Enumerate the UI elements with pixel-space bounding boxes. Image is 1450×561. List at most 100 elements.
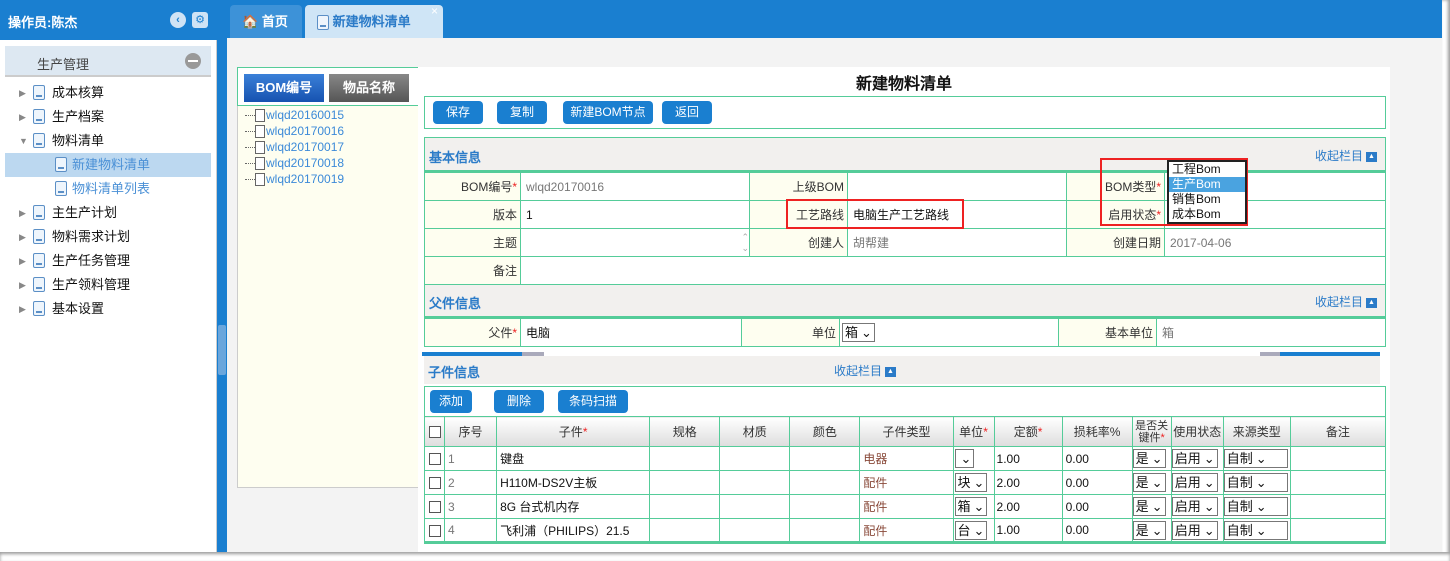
sidebar-item[interactable]: ▶ 生产档案 <box>5 105 211 129</box>
unit-select[interactable]: 箱 <box>842 323 875 342</box>
row-checkbox[interactable] <box>428 453 441 466</box>
remark-field[interactable] <box>1289 518 1387 543</box>
tree-item[interactable]: wlqd20170017 <box>245 139 344 155</box>
select-all-checkbox[interactable] <box>428 426 441 439</box>
loss-rate-field[interactable]: 0.00 <box>1061 494 1133 519</box>
collapse-link[interactable]: 收起栏目 ▲ <box>1315 147 1377 164</box>
splitter-handle[interactable] <box>218 325 226 375</box>
close-icon[interactable]: × <box>431 0 438 28</box>
barcode-scan-button[interactable]: 条码扫描 <box>558 390 628 413</box>
tree-item[interactable]: wlqd20170018 <box>245 155 344 171</box>
key-part-select[interactable]: 是 <box>1132 520 1166 540</box>
caret-down-icon[interactable]: ▼ <box>19 129 28 153</box>
status-select[interactable]: 启用 <box>1171 497 1218 516</box>
key-part-select[interactable]: 是 <box>1132 497 1166 516</box>
tree-item[interactable]: wlqd20160015 <box>245 107 344 123</box>
sidebar-item[interactable]: ▶ 主生产计划 <box>5 201 211 225</box>
tree-item[interactable]: wlqd20170019 <box>245 171 344 187</box>
subject-textarea[interactable]: ⌃ ⌄ <box>520 228 750 257</box>
caret-right-icon[interactable]: ▶ <box>19 249 26 273</box>
sidebar-group-production[interactable]: 生产管理 <box>5 46 211 77</box>
tab-new-bom[interactable]: 新建物料清单 × <box>305 4 443 38</box>
tab-item-name[interactable]: 物品名称 <box>329 74 409 102</box>
caret-right-icon[interactable]: ▶ <box>19 81 26 105</box>
collapse-left-icon[interactable]: ‹ <box>170 12 186 28</box>
date-field: 2017-04-06 <box>1164 228 1386 257</box>
sidebar-item[interactable]: ▶ 基本设置 <box>5 297 211 321</box>
source-type-select[interactable]: 自制 <box>1223 520 1288 540</box>
caret-right-icon[interactable]: ▶ <box>19 225 26 249</box>
quota-field[interactable]: 1.00 <box>993 518 1063 543</box>
collapse-up-icon: ▲ <box>1366 151 1377 162</box>
row-number: 3 <box>444 494 498 519</box>
dropdown-option[interactable]: 生产Bom <box>1169 177 1245 192</box>
child-item-field[interactable]: H110M-DS2V主板 <box>496 470 651 495</box>
dropdown-option[interactable]: 工程Bom <box>1169 162 1245 177</box>
unit-select[interactable]: 块 <box>954 473 988 492</box>
loss-rate-field[interactable]: 0.00 <box>1061 470 1133 495</box>
tree-item-label: wlqd20170017 <box>266 140 345 154</box>
sidebar-item[interactable]: ▶ 生产领料管理 <box>5 273 211 297</box>
sidebar-item[interactable]: ▼ 物料清单 <box>5 129 211 153</box>
copy-button[interactable]: 复制 <box>497 101 547 124</box>
source-type-select[interactable]: 自制 <box>1223 473 1288 492</box>
status-select[interactable]: 启用 <box>1171 520 1218 540</box>
bom-number-field[interactable]: wlqd20170016 <box>520 172 750 201</box>
spec-cell <box>649 518 721 543</box>
collapse-link[interactable]: 收起栏目 ▲ <box>834 362 897 379</box>
loss-rate-field[interactable]: 0.00 <box>1061 446 1133 471</box>
quota-field[interactable]: 1.00 <box>993 446 1063 471</box>
dropdown-option[interactable]: 销售Bom <box>1169 192 1245 207</box>
sidebar-item[interactable]: ▶ 生产任务管理 <box>5 249 211 273</box>
bom-type-dropdown[interactable]: 工程Bom 生产Bom 销售Bom 成本Bom <box>1167 160 1247 224</box>
tab-home[interactable]: 🏠 首页 <box>230 5 302 38</box>
sidebar-item[interactable]: 物料清单列表 <box>5 177 211 201</box>
caret-right-icon[interactable]: ▶ <box>19 201 26 225</box>
caret-right-icon[interactable]: ▶ <box>19 273 26 297</box>
sidebar-item[interactable]: ▶ 物料需求计划 <box>5 225 211 249</box>
unit-select[interactable]: 箱 <box>954 497 988 516</box>
parent-bom-field[interactable] <box>847 172 1067 201</box>
tree-item[interactable]: wlqd20170016 <box>245 123 344 139</box>
status-select[interactable]: 启用 <box>1171 473 1218 492</box>
unit-select[interactable]: 台 <box>954 520 988 540</box>
loss-rate-field[interactable]: 0.00 <box>1061 518 1133 543</box>
row-checkbox[interactable] <box>428 501 441 514</box>
source-type-select[interactable]: 自制 <box>1223 497 1288 516</box>
gear-icon[interactable]: ⚙ <box>192 12 208 28</box>
back-button[interactable]: 返回 <box>662 101 712 124</box>
source-type-select[interactable]: 自制 <box>1223 449 1288 468</box>
remark-field[interactable] <box>1289 470 1387 495</box>
parent-field[interactable]: 电脑 <box>520 318 742 347</box>
new-bom-node-button[interactable]: 新建BOM节点 <box>563 101 653 124</box>
child-item-field[interactable]: 键盘 <box>496 446 651 471</box>
key-part-select[interactable]: 是 <box>1132 449 1166 468</box>
operator-label: 操作员:陈杰 <box>8 15 78 30</box>
status-select[interactable]: 启用 <box>1171 449 1218 468</box>
child-item-field[interactable]: 飞利浦（PHILIPS）21.5 <box>496 518 651 543</box>
quota-field[interactable]: 2.00 <box>993 494 1063 519</box>
remark-field[interactable] <box>1289 446 1387 471</box>
minus-icon[interactable] <box>185 53 201 69</box>
row-checkbox[interactable] <box>428 524 441 537</box>
save-button[interactable]: 保存 <box>433 101 483 124</box>
caret-right-icon[interactable]: ▶ <box>19 105 26 129</box>
remark-field[interactable] <box>1289 494 1387 519</box>
quota-field[interactable]: 2.00 <box>993 470 1063 495</box>
tab-bom-number[interactable]: BOM编号 <box>244 74 324 102</box>
collapse-link[interactable]: 收起栏目 ▲ <box>1315 293 1377 310</box>
key-part-select[interactable]: 是 <box>1132 473 1166 492</box>
version-field[interactable]: 1 <box>520 200 750 229</box>
document-icon <box>33 253 45 268</box>
sidebar-item[interactable]: ▶ 成本核算 <box>5 81 211 105</box>
sidebar-item[interactable]: 新建物料清单 <box>5 153 211 177</box>
row-checkbox[interactable] <box>428 477 441 490</box>
add-button[interactable]: 添加 <box>430 390 472 413</box>
unit-select[interactable] <box>954 449 975 468</box>
child-item-field[interactable]: 8G 台式机内存 <box>496 494 651 519</box>
delete-button[interactable]: 删除 <box>494 390 544 413</box>
remark-field[interactable] <box>520 256 1386 285</box>
dropdown-option[interactable]: 成本Bom <box>1169 207 1245 222</box>
caret-right-icon[interactable]: ▶ <box>19 297 26 321</box>
splitter[interactable] <box>217 0 227 552</box>
